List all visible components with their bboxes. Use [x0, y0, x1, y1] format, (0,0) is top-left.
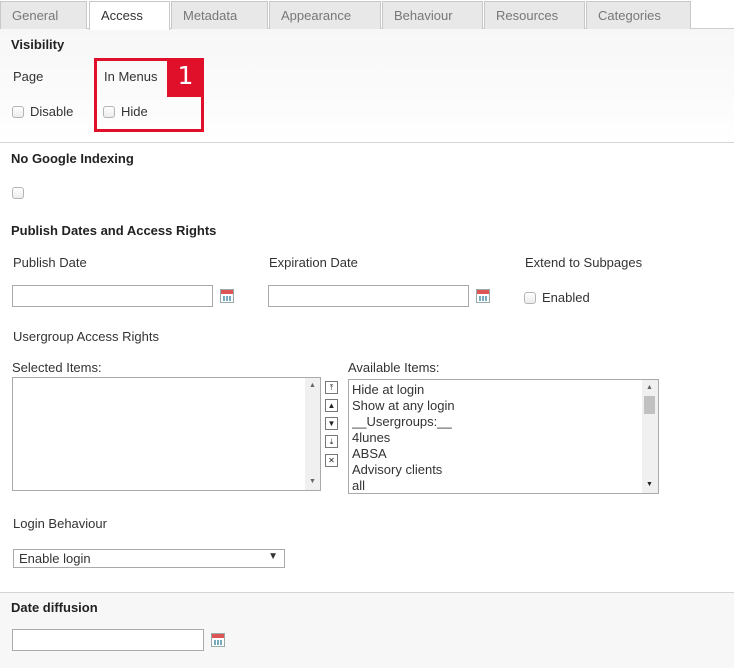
tab-label: Metadata	[183, 8, 238, 23]
available-items-scrollbar[interactable]: ▲ ▼	[642, 380, 658, 493]
tab-label: General	[12, 8, 59, 23]
extend-subpages-label: Extend to Subpages	[525, 255, 643, 270]
selected-items-scrollbar[interactable]: ▲ ▼	[305, 378, 320, 490]
tab-access[interactable]: Access	[89, 1, 170, 30]
tab-label: Categories	[598, 8, 661, 23]
available-items-listbox[interactable]: Hide at login Show at any login __Usergrou…	[348, 379, 659, 494]
disable-checkbox[interactable]	[12, 106, 24, 118]
page-label: Page	[13, 69, 44, 84]
selected-items-listbox[interactable]: ▲ ▼	[12, 377, 321, 491]
date-diffusion-section: Date diffusion	[0, 593, 734, 668]
expiration-date-calendar-icon[interactable]	[476, 289, 490, 303]
move-up-icon[interactable]: ▲	[325, 399, 338, 412]
expiration-date-label: Expiration Date	[269, 255, 358, 270]
available-item[interactable]: Show at any login	[352, 398, 640, 414]
available-item[interactable]: 4lunes	[352, 430, 640, 446]
available-item[interactable]: all	[352, 478, 640, 492]
available-items-label: Available Items:	[348, 360, 440, 375]
scroll-down-arrow-icon[interactable]: ▼	[642, 479, 657, 491]
date-diffusion-calendar-icon[interactable]	[211, 633, 225, 647]
remove-item-icon[interactable]: ✕	[325, 454, 338, 467]
extend-enabled-label: Enabled	[542, 290, 590, 305]
date-diffusion-heading: Date diffusion	[11, 600, 98, 615]
available-item[interactable]: __Usergroups:__	[352, 414, 640, 430]
scrollbar-thumb[interactable]	[644, 396, 655, 414]
tab-label: Access	[101, 8, 143, 23]
visibility-section: Visibility Page In Menus Disable Hide 1	[0, 29, 734, 143]
login-behaviour-select[interactable]: Enable login ▼	[13, 549, 285, 568]
tab-general[interactable]: General	[0, 1, 87, 29]
publish-date-input[interactable]	[12, 285, 213, 307]
scroll-up-arrow-icon[interactable]: ▲	[642, 382, 657, 394]
google-indexing-heading: No Google Indexing	[11, 151, 134, 166]
selected-items-label: Selected Items:	[12, 360, 102, 375]
tab-appearance[interactable]: Appearance	[269, 1, 381, 29]
expiration-date-input[interactable]	[268, 285, 469, 307]
scroll-up-arrow-icon[interactable]: ▲	[305, 380, 320, 392]
extend-enabled-checkbox[interactable]	[524, 292, 536, 304]
publish-date-label: Publish Date	[13, 255, 87, 270]
google-indexing-checkbox[interactable]	[12, 187, 24, 199]
move-down-icon[interactable]: ▼	[325, 417, 338, 430]
tab-metadata[interactable]: Metadata	[171, 1, 268, 29]
tab-behaviour[interactable]: Behaviour	[382, 1, 483, 29]
move-bottom-icon[interactable]: ⤓	[325, 435, 338, 448]
dropdown-caret-icon: ▼	[268, 551, 278, 562]
tab-label: Resources	[496, 8, 559, 23]
disable-label: Disable	[30, 104, 74, 119]
usergroup-heading: Usergroup Access Rights	[13, 329, 159, 344]
publish-heading: Publish Dates and Access Rights	[11, 223, 217, 238]
available-item[interactable]: Hide at login	[352, 382, 640, 398]
tab-categories[interactable]: Categories	[586, 1, 691, 29]
login-behaviour-value: Enable login	[19, 551, 91, 566]
move-top-icon[interactable]: ⤒	[325, 381, 338, 394]
available-item[interactable]: Advisory clients	[352, 462, 640, 478]
available-item[interactable]: ABSA	[352, 446, 640, 462]
tab-resources[interactable]: Resources	[484, 1, 585, 29]
publish-date-calendar-icon[interactable]	[220, 289, 234, 303]
visibility-heading: Visibility	[11, 37, 65, 52]
available-items-list: Hide at login Show at any login __Usergrou…	[352, 382, 640, 492]
tab-bar: General Access Metadata Appearance Behav…	[0, 0, 734, 30]
access-rights-section: No Google Indexing Publish Dates and Acc…	[0, 143, 734, 593]
tab-label: Appearance	[281, 8, 352, 23]
login-behaviour-label: Login Behaviour	[13, 516, 107, 531]
tab-label: Behaviour	[394, 8, 453, 23]
date-diffusion-input[interactable]	[12, 629, 204, 651]
annotation-number-badge: 1	[167, 59, 204, 97]
scroll-down-arrow-icon[interactable]: ▼	[305, 476, 320, 488]
